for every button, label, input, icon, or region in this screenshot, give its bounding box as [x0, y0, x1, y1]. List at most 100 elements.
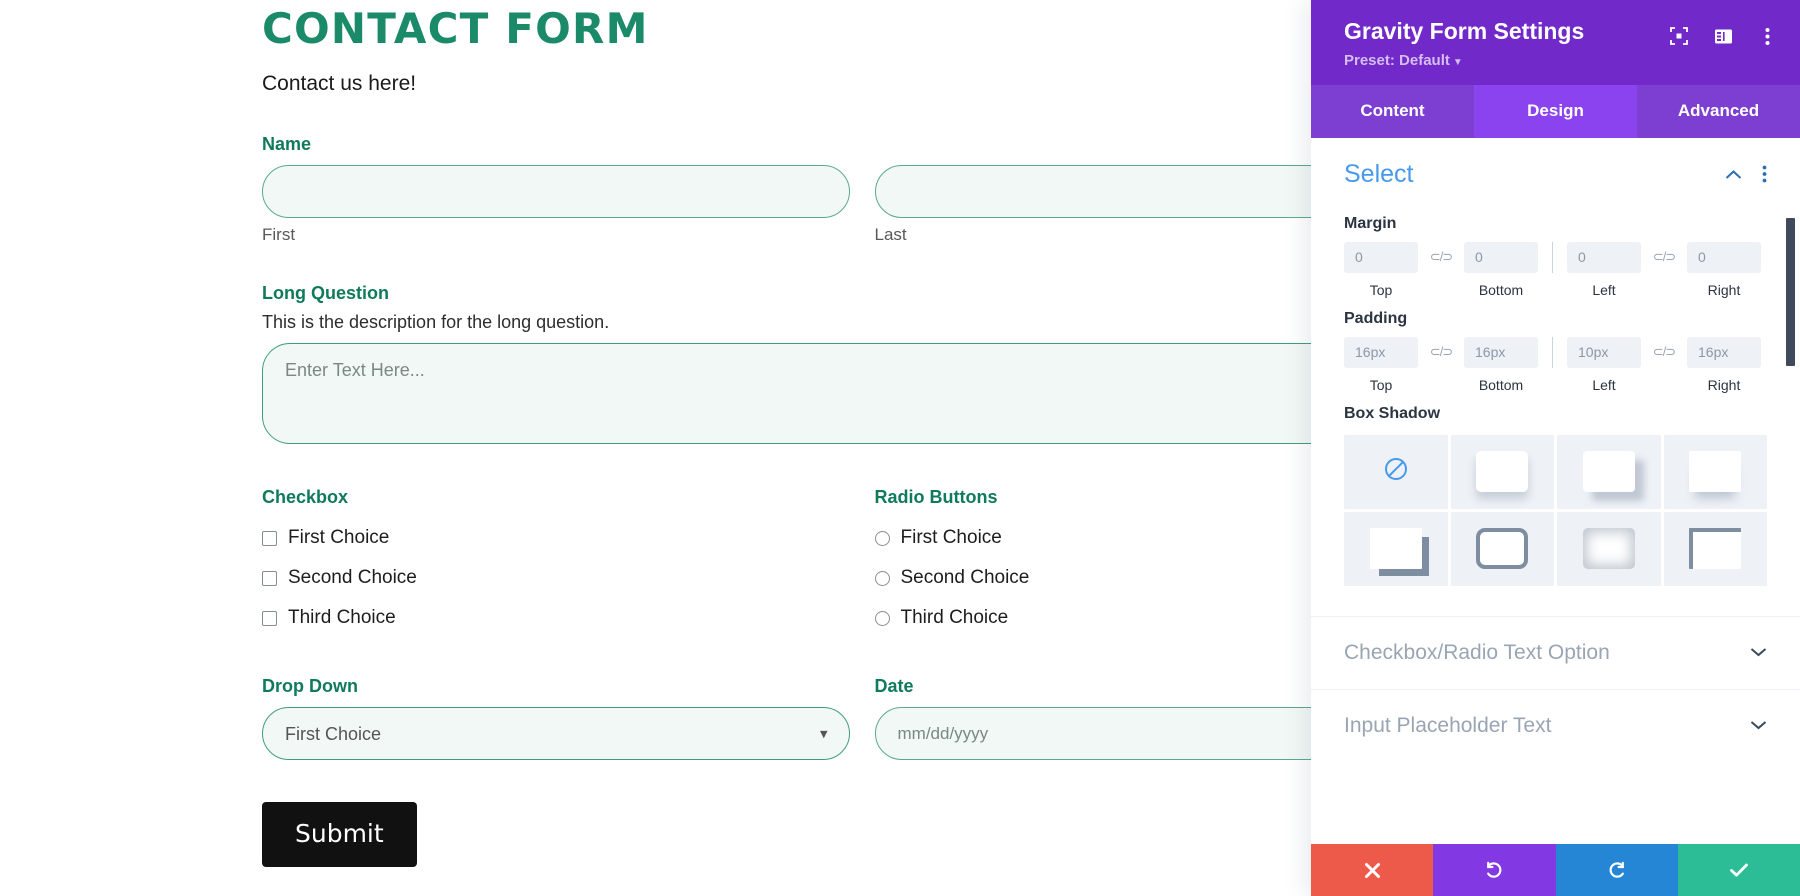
margin-bottom-input[interactable] — [1464, 241, 1538, 273]
first-name-input[interactable] — [262, 165, 850, 218]
field-label-checkbox: Checkbox — [262, 487, 349, 507]
shadow-preview-icon — [1476, 451, 1529, 493]
padding-top-input[interactable] — [1344, 336, 1418, 368]
focus-target-icon[interactable] — [1668, 25, 1690, 47]
chevron-down-icon — [1750, 717, 1767, 734]
chevron-up-icon[interactable] — [1725, 169, 1742, 180]
shadow-preview-icon — [1582, 528, 1635, 570]
redo-button[interactable] — [1555, 844, 1678, 896]
section-header-select: Select — [1311, 138, 1800, 203]
margin-group: Margin Top ⊂/⊃ Bottom — [1311, 215, 1800, 298]
margin-right-caption: Right — [1707, 281, 1741, 298]
checkbox-item[interactable]: First Choice — [262, 518, 850, 558]
box-shadow-option-hard-bottom-right[interactable] — [1344, 511, 1448, 586]
checkbox-item[interactable]: Second Choice — [262, 558, 850, 598]
padding-group: Padding Top ⊂/⊃ Bottom — [1311, 310, 1800, 393]
shadow-preview-icon — [1476, 528, 1529, 570]
field-label-dropdown: Drop Down — [262, 676, 358, 696]
margin-left-input[interactable] — [1567, 241, 1641, 273]
long-question-textarea[interactable] — [262, 343, 1462, 444]
undo-button[interactable] — [1433, 844, 1556, 896]
checkbox-list: First Choice Second Choice Third Choice — [262, 518, 850, 638]
redo-arrow-icon — [1607, 860, 1627, 880]
tab-advanced[interactable]: Advanced — [1637, 84, 1800, 138]
padding-left-caption: Left — [1592, 376, 1616, 393]
box-shadow-option-hard-top-left[interactable] — [1663, 511, 1767, 586]
box-shadow-option-inset-glow[interactable] — [1557, 511, 1661, 586]
checkbox-item-label: First Choice — [288, 527, 390, 548]
link-margin-top-bottom-icon[interactable]: ⊂/⊃ — [1418, 242, 1464, 273]
box-shadow-option-soft-bottom[interactable] — [1450, 434, 1554, 509]
link-margin-left-right-icon[interactable]: ⊂/⊃ — [1641, 242, 1687, 273]
panel-tabs: Content Design Advanced — [1311, 84, 1800, 138]
screenshot-root: CONTACT FORM Contact us here! Name First… — [0, 0, 1800, 896]
checkbox-box-icon[interactable] — [262, 610, 277, 626]
undo-arrow-icon — [1484, 860, 1504, 880]
radio-circle-icon[interactable] — [874, 530, 890, 546]
shadow-preview-icon — [1689, 451, 1742, 493]
radio-item-label: Third Choice — [900, 607, 1009, 628]
overflow-menu-icon[interactable] — [1756, 25, 1778, 47]
preset-selector[interactable]: Preset: Default ▼ — [1344, 52, 1584, 69]
padding-right-input[interactable] — [1687, 336, 1761, 368]
shadow-preview-icon — [1582, 451, 1635, 493]
section-title: Select — [1344, 159, 1414, 188]
panel-scrollbar-thumb[interactable] — [1786, 217, 1795, 366]
first-name-sublabel: First — [262, 225, 296, 244]
gravity-form-settings-panel: Gravity Form Settings Preset: Default▼ — [1311, 0, 1800, 896]
padding-left-input[interactable] — [1567, 336, 1641, 368]
contact-form: CONTACT FORM Contact us here! Name First… — [262, 0, 1462, 867]
field-dropdown-date-row: Drop Down First Choice Second Choice Thi… — [262, 676, 1462, 760]
radio-circle-icon[interactable] — [874, 610, 890, 626]
accordion-list: Checkbox/Radio Text Option Input Placeho… — [1311, 615, 1800, 762]
accordion-label: Checkbox/Radio Text Option — [1344, 640, 1610, 664]
padding-top-caption: Top — [1369, 376, 1393, 393]
padding-bottom-caption: Bottom — [1478, 376, 1524, 393]
name-first-col: First — [262, 165, 850, 245]
shadow-preview-icon — [1369, 528, 1422, 570]
box-shadow-option-wide-bottom[interactable] — [1663, 434, 1767, 509]
link-padding-left-right-icon[interactable]: ⊂/⊃ — [1641, 337, 1687, 368]
accordion-label: Input Placeholder Text — [1344, 713, 1552, 737]
submit-button[interactable]: Submit — [262, 802, 417, 867]
panel-footer — [1311, 844, 1800, 896]
preset-label: Preset: Default — [1344, 51, 1450, 69]
checkbox-box-icon[interactable] — [262, 530, 277, 546]
close-x-icon — [1364, 862, 1381, 879]
box-shadow-option-offset-bottom-right[interactable] — [1557, 434, 1661, 509]
no-shadow-icon — [1383, 456, 1409, 487]
field-label-long-question: Long Question — [262, 283, 389, 303]
margin-left-caption: Left — [1592, 281, 1616, 298]
field-name: Name First Last — [262, 134, 1462, 245]
link-padding-top-bottom-icon[interactable]: ⊂/⊃ — [1418, 337, 1464, 368]
overflow-menu-icon[interactable] — [1762, 165, 1767, 183]
divider — [1552, 241, 1553, 273]
dropdown-col: Drop Down First Choice Second Choice Thi… — [262, 676, 850, 760]
field-choices-row: Checkbox First Choice Second Choice Thir… — [262, 487, 1462, 638]
margin-top-input[interactable] — [1344, 241, 1418, 273]
radio-item-label: First Choice — [900, 527, 1002, 548]
dropdown-select[interactable]: First Choice Second Choice Third Choice — [262, 707, 850, 760]
field-long-question: Long Question This is the description fo… — [262, 283, 1462, 449]
save-button[interactable] — [1677, 844, 1800, 896]
box-shadow-option-none[interactable] — [1344, 434, 1448, 509]
checkbox-item-label: Third Choice — [288, 607, 396, 628]
field-label-name: Name — [262, 134, 312, 154]
accordion-input-placeholder-text[interactable]: Input Placeholder Text — [1311, 688, 1800, 762]
radio-circle-icon[interactable] — [874, 570, 890, 586]
margin-right-input[interactable] — [1687, 241, 1761, 273]
divider — [1552, 336, 1553, 368]
page-title: CONTACT FORM — [262, 4, 649, 53]
tab-design[interactable]: Design — [1474, 84, 1637, 138]
tab-content[interactable]: Content — [1311, 84, 1474, 138]
panel-body: Select Margin 0 Top ⊂/⊃ 0 Bottom 0 Left … — [1311, 137, 1800, 844]
padding-bottom-input[interactable] — [1464, 336, 1538, 368]
layout-panel-icon[interactable] — [1712, 25, 1734, 47]
checkbox-box-icon[interactable] — [262, 570, 277, 586]
margin-inputs: Top ⊂/⊃ Bottom Left ⊂/⊃ — [1344, 241, 1767, 298]
checkbox-item[interactable]: Third Choice — [262, 598, 850, 638]
accordion-checkbox-radio-text-option[interactable]: Checkbox/Radio Text Option — [1311, 615, 1800, 689]
box-shadow-option-outline-all[interactable] — [1450, 511, 1554, 586]
shadow-preview-icon — [1689, 528, 1742, 570]
cancel-button[interactable] — [1311, 844, 1434, 896]
